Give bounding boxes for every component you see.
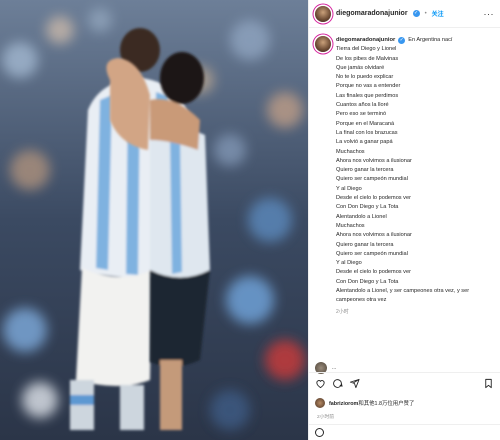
share-icon[interactable] [349, 378, 360, 389]
post-header: diegomaradonajunior ✓ • 关注 ··· [309, 0, 500, 28]
caption-line: Que jamás olvidaré [336, 64, 385, 71]
caption-line: Tierra del Diego y Lionel [336, 46, 397, 53]
caption-line: Y al Diego [336, 260, 362, 267]
caption-line: Alentandolo a Lionel, y ser campeones ot… [336, 288, 470, 304]
comments-area[interactable]: diegomaradonajunior ✓ En Argentina nací … [309, 32, 500, 362]
caption-line: La final con los brazucas [336, 129, 398, 136]
caption-line: Quiero ganar la tercera [336, 241, 394, 248]
verified-icon: ✓ [398, 37, 406, 45]
caption-line: Desde el cielo lo podemos ver [336, 195, 411, 202]
caption-line: Desde el cielo lo podemos ver [336, 269, 411, 276]
likes-summary[interactable]: fabriziorom和其他1.8万位用户赞了 [315, 398, 494, 408]
caption: diegomaradonajunior ✓ En Argentina nací … [315, 36, 494, 317]
caption-line: Pero eso se terminó [336, 111, 387, 118]
caption-line: Las finales que perdimos [336, 92, 399, 99]
follow-button[interactable]: 关注 [432, 9, 444, 18]
add-comment-bar[interactable] [309, 424, 500, 440]
caption-line: Muchachos [336, 148, 365, 155]
liker-avatar[interactable] [315, 398, 325, 408]
caption-line: Quiero ser campeón mundial [336, 176, 408, 183]
post-photo[interactable] [0, 0, 308, 440]
more-icon[interactable]: ··· [484, 9, 495, 19]
action-bar [309, 372, 500, 394]
caption-line: Muchachos [336, 222, 365, 229]
caption-line: Quiero ganar la tercera [336, 167, 394, 174]
caption-line: Con Don Diego y La Tota [336, 204, 399, 211]
liker-username[interactable]: fabriziorom [329, 401, 358, 407]
caption-line: No te lo puedo explicar [336, 74, 394, 81]
caption-line: Ahora nos volvimos a ilusionar [336, 157, 412, 164]
caption-avatar[interactable] [315, 36, 331, 52]
caption-time: 2小时 [336, 308, 349, 315]
caption-line: Con Don Diego y La Tota [336, 278, 399, 285]
bookmark-icon[interactable] [483, 378, 494, 389]
comment-text: ... [332, 365, 337, 371]
author-username[interactable]: diegomaradonajunior [336, 10, 408, 17]
caption-line: Cuantos años la lloré [336, 102, 389, 109]
caption-first-line: En Argentina nací [408, 37, 453, 43]
emoji-icon[interactable] [315, 428, 324, 437]
comment-icon[interactable] [332, 378, 343, 389]
caption-line: Porque no vas a entender [336, 83, 401, 90]
likes-text: fabriziorom和其他1.8万位用户赞了 [329, 399, 414, 407]
caption-line: La volvió a ganar papá [336, 139, 393, 146]
players-embrace-image [0, 0, 308, 440]
post-side-panel: diegomaradonajunior ✓ • 关注 ··· diegomara… [308, 0, 500, 440]
likes-rest: 和其他1.8万位用户赞了 [358, 401, 415, 407]
caption-line: Ahora nos volvimos a ilusionar [336, 232, 412, 239]
caption-lines: Tierra del Diego y Lionel De los pibes de… [336, 45, 494, 305]
author-avatar[interactable] [315, 5, 331, 22]
caption-head: diegomaradonajunior ✓ En Argentina nací [336, 36, 494, 45]
separator-dot: • [424, 10, 427, 17]
heart-icon[interactable] [315, 378, 326, 389]
verified-icon: ✓ [412, 10, 420, 17]
post-timestamp: 2小时前 [317, 415, 335, 420]
caption-username[interactable]: diegomaradonajunior [336, 36, 395, 45]
caption-line: Quiero ser campeón mundial [336, 250, 408, 257]
caption-body: diegomaradonajunior ✓ En Argentina nací … [336, 36, 494, 317]
caption-line: Porque en el Maracaná [336, 120, 395, 127]
caption-line: De los pibes de Malvinas [336, 55, 399, 62]
caption-line: Y al Diego [336, 185, 362, 192]
caption-line: Alentandolo a Lionel [336, 213, 387, 220]
